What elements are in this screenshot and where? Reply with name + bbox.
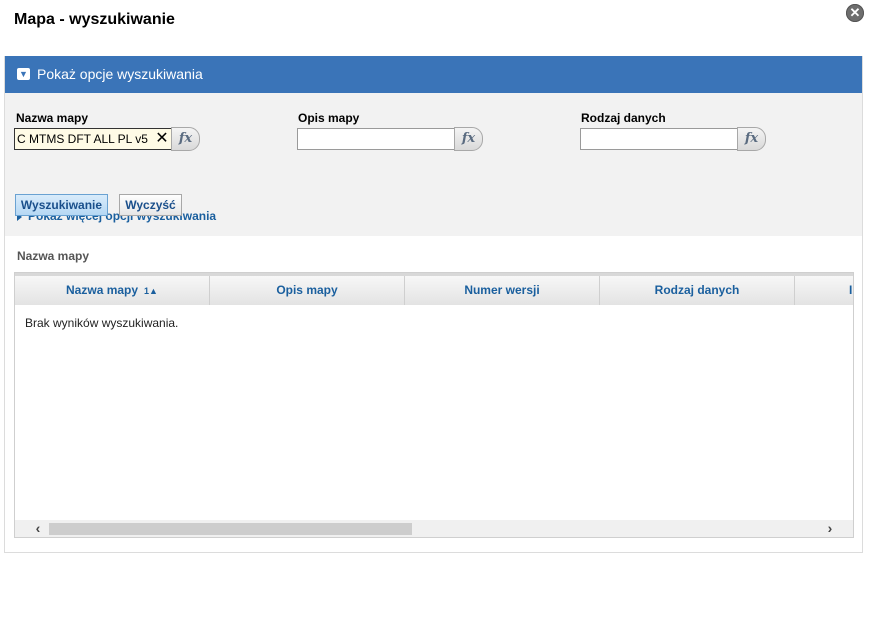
results-section-label: Nazwa mapy	[17, 249, 90, 263]
scrollbar-thumb[interactable]	[49, 523, 412, 535]
dialog-title: Mapa - wyszukiwanie	[14, 11, 175, 28]
column-header-map-name[interactable]: Nazwa mapy 1▲	[15, 276, 210, 305]
map-description-input[interactable]	[298, 129, 452, 149]
data-type-fx-button[interactable]: fx	[737, 127, 766, 151]
search-options-toggle[interactable]: ▼ Pokaż opcje wyszukiwania	[5, 56, 862, 93]
column-header-next[interactable]: I	[795, 276, 853, 305]
results-table: Nazwa mapy 1▲ Opis mapy Numer wersji Rodz…	[14, 272, 854, 538]
map-description-fx-button[interactable]: fx	[454, 127, 483, 151]
map-name-input[interactable]	[15, 129, 151, 149]
map-description-label: Opis mapy	[298, 111, 360, 125]
table-header: Nazwa mapy 1▲ Opis mapy Numer wersji Rodz…	[15, 273, 853, 305]
search-panel: ▼ Pokaż opcje wyszukiwania Nazwa mapy ✕ …	[4, 56, 863, 553]
map-description-field[interactable]	[297, 128, 455, 150]
map-name-label: Nazwa mapy	[16, 111, 89, 125]
sort-ascending-icon: 1▲	[144, 286, 158, 296]
empty-results-message: Brak wyników wyszukiwania.	[25, 316, 179, 330]
clear-button[interactable]: Wyczyść	[119, 194, 182, 216]
horizontal-scrollbar[interactable]: ‹ ›	[15, 520, 853, 537]
search-form: Nazwa mapy ✕ fx Opis mapy fx Rodzaj dany…	[5, 93, 862, 236]
clear-icon[interactable]: ✕	[154, 130, 170, 148]
column-label: Nazwa mapy	[66, 283, 139, 297]
chevron-down-icon: ▼	[17, 68, 30, 80]
data-type-label: Rodzaj danych	[581, 111, 666, 125]
close-icon[interactable]: ✕	[846, 4, 864, 22]
scroll-right-icon[interactable]: ›	[821, 520, 839, 537]
map-name-fx-button[interactable]: fx	[171, 127, 200, 151]
data-type-input[interactable]	[581, 129, 735, 149]
search-options-label: Pokaż opcje wyszukiwania	[37, 66, 203, 82]
column-header-data-type[interactable]: Rodzaj danych	[600, 276, 795, 305]
column-header-version-number[interactable]: Numer wersji	[405, 276, 600, 305]
search-button[interactable]: Wyszukiwanie	[15, 194, 108, 216]
map-name-field[interactable]: ✕	[14, 128, 173, 150]
column-header-map-description[interactable]: Opis mapy	[210, 276, 405, 305]
data-type-field[interactable]	[580, 128, 738, 150]
scroll-left-icon[interactable]: ‹	[29, 520, 47, 537]
